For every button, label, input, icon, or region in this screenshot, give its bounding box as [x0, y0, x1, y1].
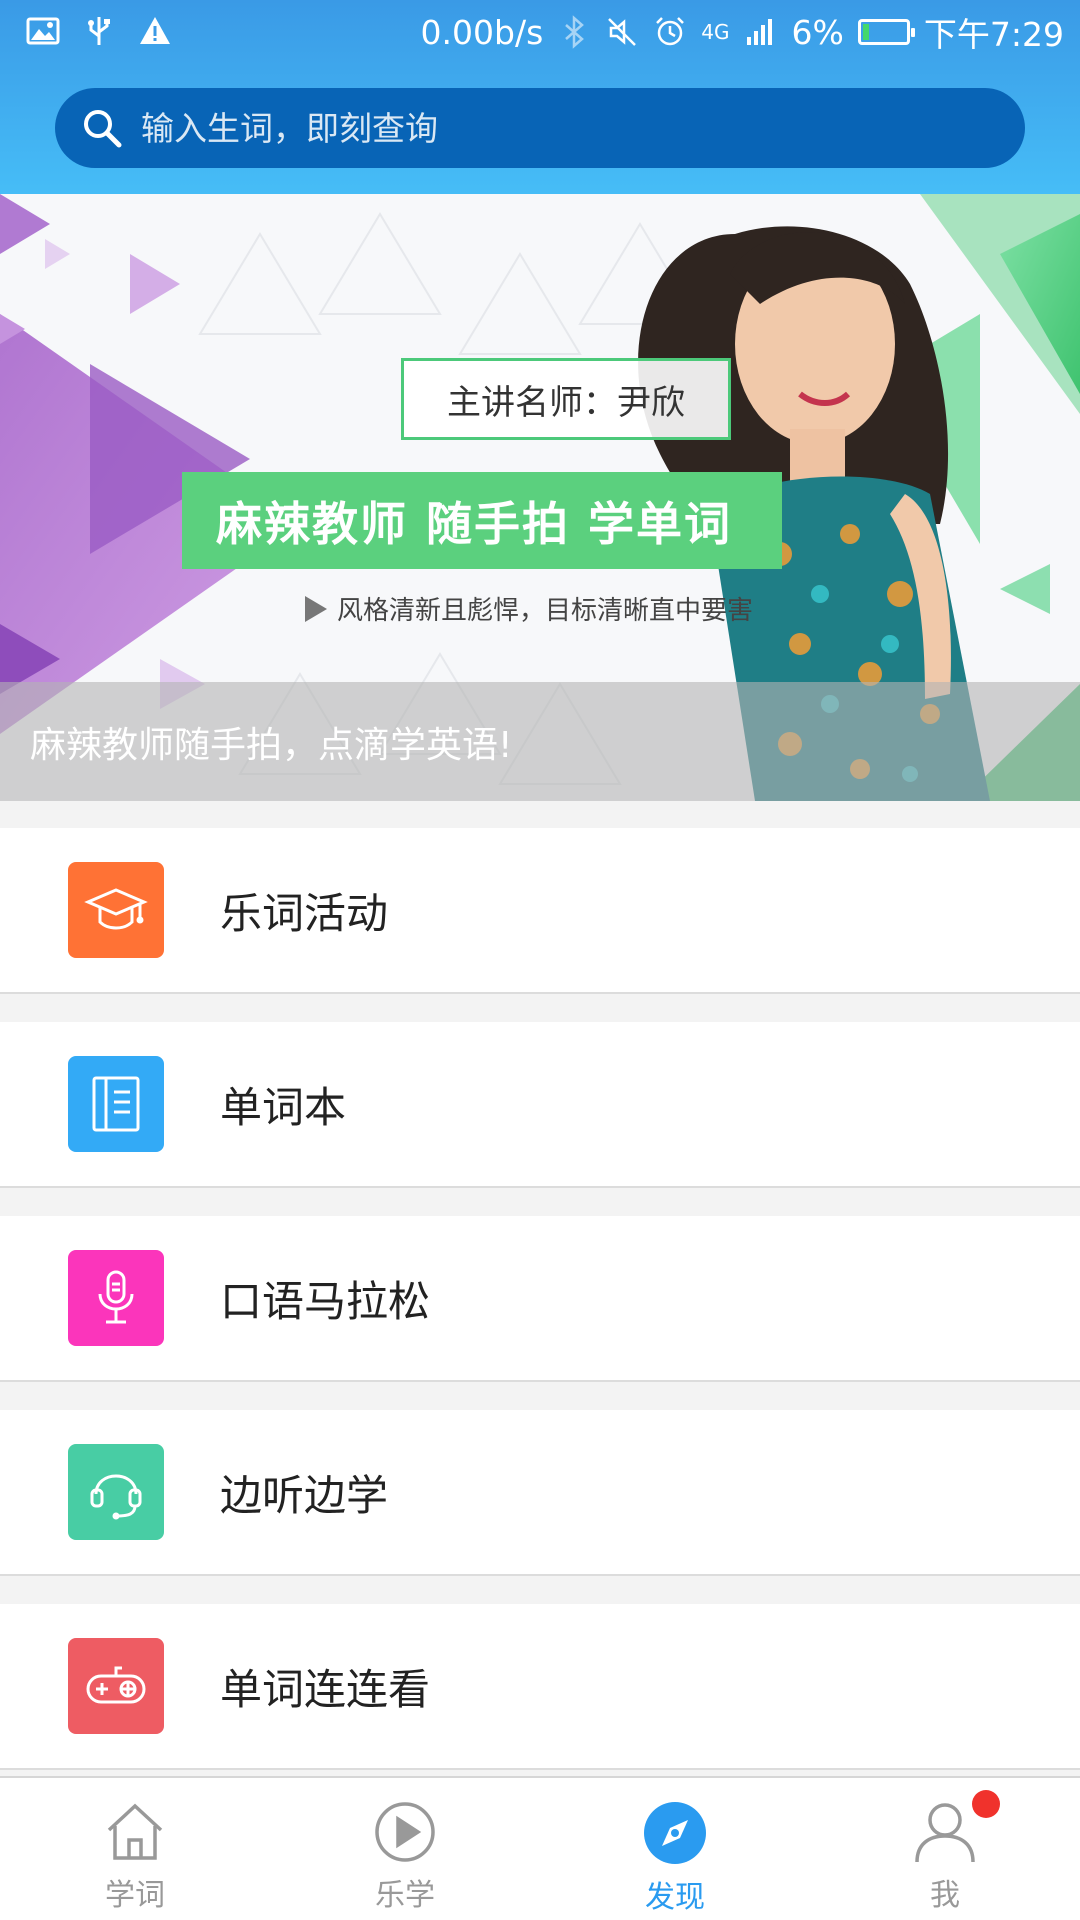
bottom-nav: 学词 乐学 发现 我 — [0, 1776, 1080, 1920]
home-icon — [107, 1803, 163, 1860]
graduation-cap-icon — [68, 862, 164, 958]
tab-me[interactable]: 我 — [810, 1778, 1080, 1920]
menu-item-label: 边听边学 — [220, 1470, 389, 1520]
battery-icon — [857, 19, 915, 45]
battery-percent: 6% — [791, 12, 844, 52]
menu-item-word-match[interactable]: 单词连连看 — [0, 1604, 1080, 1770]
tab-label: 学词 — [105, 1878, 165, 1913]
signal-icon — [746, 19, 772, 45]
mute-icon — [608, 18, 637, 46]
warning-icon — [140, 17, 170, 44]
menu-item-activities[interactable]: 乐词活动 — [0, 828, 1080, 994]
tab-label: 乐学 — [375, 1878, 435, 1913]
tab-fun-learn[interactable]: 乐学 — [270, 1778, 540, 1920]
notebook-icon — [68, 1056, 164, 1152]
search-icon — [84, 110, 122, 148]
menu-item-speaking-marathon[interactable]: 口语马拉松 — [0, 1216, 1080, 1382]
gamepad-icon — [68, 1638, 164, 1734]
menu-item-listen-learn[interactable]: 边听边学 — [0, 1410, 1080, 1576]
menu-item-label: 单词连连看 — [220, 1664, 431, 1714]
tab-label: 我 — [930, 1878, 960, 1913]
clock: 下午7:29 — [923, 15, 1064, 54]
microphone-icon — [68, 1250, 164, 1346]
usb-icon — [88, 17, 110, 45]
menu-item-label: 乐词活动 — [220, 888, 389, 938]
tab-discover[interactable]: 发现 — [540, 1778, 810, 1920]
menu-item-label: 口语马拉松 — [220, 1276, 431, 1326]
tab-learn-words[interactable]: 学词 — [0, 1778, 270, 1920]
banner-caption: 麻辣教师随手拍，点滴学英语! — [0, 682, 1080, 801]
discover-icon — [644, 1802, 706, 1864]
tab-label: 发现 — [645, 1880, 705, 1915]
banner-headline: 麻辣教师 随手拍 学单词 — [182, 472, 782, 569]
play-icon — [375, 1802, 435, 1862]
banner-tagline-text: 风格清新且彪悍，目标清晰直中要害 — [337, 596, 754, 626]
promo-banner[interactable]: 主讲名师：尹欣 麻辣教师 随手拍 学单词 风格清新且彪悍，目标清晰直中要害 麻辣… — [0, 194, 1080, 801]
teacher-label: 主讲名师：尹欣 — [401, 358, 731, 440]
network-type: 4G — [701, 20, 730, 44]
user-icon — [915, 1803, 975, 1863]
menu-item-label: 单词本 — [220, 1082, 347, 1132]
bluetooth-icon — [565, 15, 585, 49]
status-bar: 0.00b/s 4G 6% 下午7:29 — [0, 0, 1080, 62]
triangle-icon — [305, 595, 327, 622]
headset-icon — [68, 1444, 164, 1540]
header: 0.00b/s 4G 6% 下午7:29 — [0, 0, 1080, 194]
search-input[interactable] — [141, 108, 1001, 148]
network-speed: 0.00b/s — [420, 12, 544, 52]
notification-badge — [972, 1790, 1000, 1818]
menu-item-wordbook[interactable]: 单词本 — [0, 1022, 1080, 1188]
alarm-icon — [656, 17, 685, 46]
banner-tagline: 风格清新且彪悍，目标清晰直中要害 — [305, 590, 753, 627]
image-icon — [26, 17, 60, 45]
search-bar[interactable] — [55, 88, 1025, 168]
